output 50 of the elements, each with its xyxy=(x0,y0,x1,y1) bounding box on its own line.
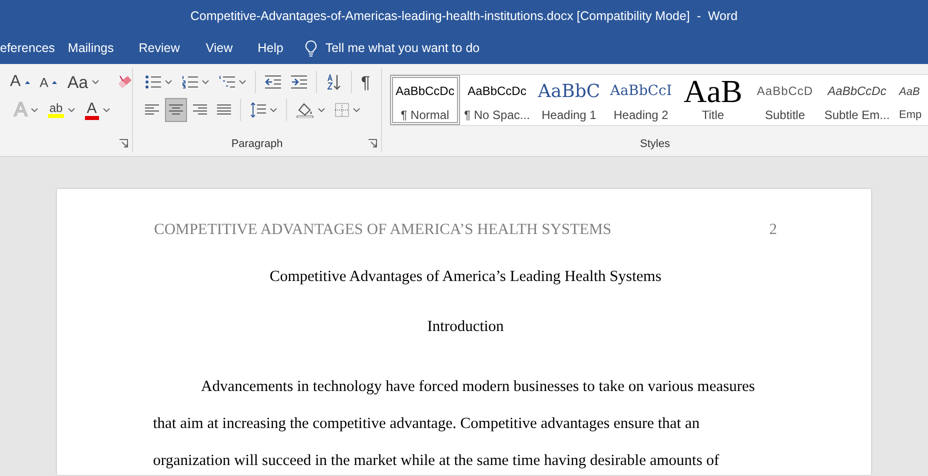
window-title: Competitive-Advantages-of-Americas-leading-health-institutions.docx [Compatibility Mode] - Word xyxy=(189,8,739,25)
multilevel-list-icon xyxy=(219,75,235,89)
bullets-icon xyxy=(145,75,161,89)
caret-icon xyxy=(318,108,325,112)
caret-icon xyxy=(31,108,38,112)
caret-icon xyxy=(270,108,277,112)
increase-indent-icon xyxy=(291,75,307,89)
ribbon-tab[interactable]: Review xyxy=(138,37,180,59)
caret-icon xyxy=(202,80,209,84)
align-left-icon xyxy=(145,104,159,116)
lightbulb-icon xyxy=(305,40,318,56)
caret-icon xyxy=(239,80,246,84)
caret-icon xyxy=(92,80,100,84)
ribbon-tab[interactable]: Help xyxy=(258,37,284,59)
ribbon-tab[interactable]: eferences xyxy=(0,37,55,59)
dialog-launcher-icon xyxy=(368,139,377,148)
shrink-font-button[interactable]: A xyxy=(36,70,62,94)
caret-icon xyxy=(102,108,110,112)
align-center-icon xyxy=(169,104,183,116)
justify-icon xyxy=(217,104,231,116)
style-gallery-item[interactable]: AaBbCcDc ¶ Normal xyxy=(390,75,460,125)
dialog-launcher-icon xyxy=(119,139,128,148)
running-header: COMPETITIVE ADVANTAGES OF AMERICA’S HEALTH SYSTEMS xyxy=(154,221,612,239)
paint-bucket-icon xyxy=(296,102,314,118)
body-paragraph: Advancements in technology have forced modern businesses to take on various measures that aim at increasing the competitive advantage. Competitive advantages ensure that an organization will succeed in the market while at the same time having desirable amounts of xyxy=(153,377,755,471)
tell-me-field[interactable]: Tell me what you want to do xyxy=(325,41,526,55)
caret-icon xyxy=(165,80,172,84)
section-heading: Introduction xyxy=(427,318,504,335)
align-center-button[interactable] xyxy=(165,98,187,122)
font-color-button[interactable]: A xyxy=(80,98,114,122)
numbering-icon xyxy=(182,75,198,89)
align-right-icon xyxy=(193,104,207,116)
sort-icon xyxy=(326,74,342,90)
document-title: Competitive Advantages of America’s Leading Health Systems xyxy=(268,268,662,286)
borders-icon xyxy=(335,103,349,117)
show-marks-button[interactable]: ¶ xyxy=(357,70,374,94)
line-spacing-icon xyxy=(250,102,266,118)
ribbon-tab[interactable]: View xyxy=(206,37,233,59)
change-case-button[interactable]: Aa xyxy=(63,70,104,94)
ribbon-tab[interactable]: Mailings xyxy=(68,37,114,59)
caret-up-icon xyxy=(52,80,58,84)
highlight-button[interactable]: ab xyxy=(44,98,79,122)
caret-icon xyxy=(68,108,75,112)
group-label: Paragraph xyxy=(230,137,284,152)
caret-up-icon xyxy=(24,80,30,84)
group-label: Styles xyxy=(639,137,671,152)
grow-font-button[interactable]: A xyxy=(6,70,34,94)
page-number: 2 xyxy=(769,221,777,239)
decrease-indent-icon xyxy=(265,75,281,89)
caret-icon xyxy=(353,108,360,112)
